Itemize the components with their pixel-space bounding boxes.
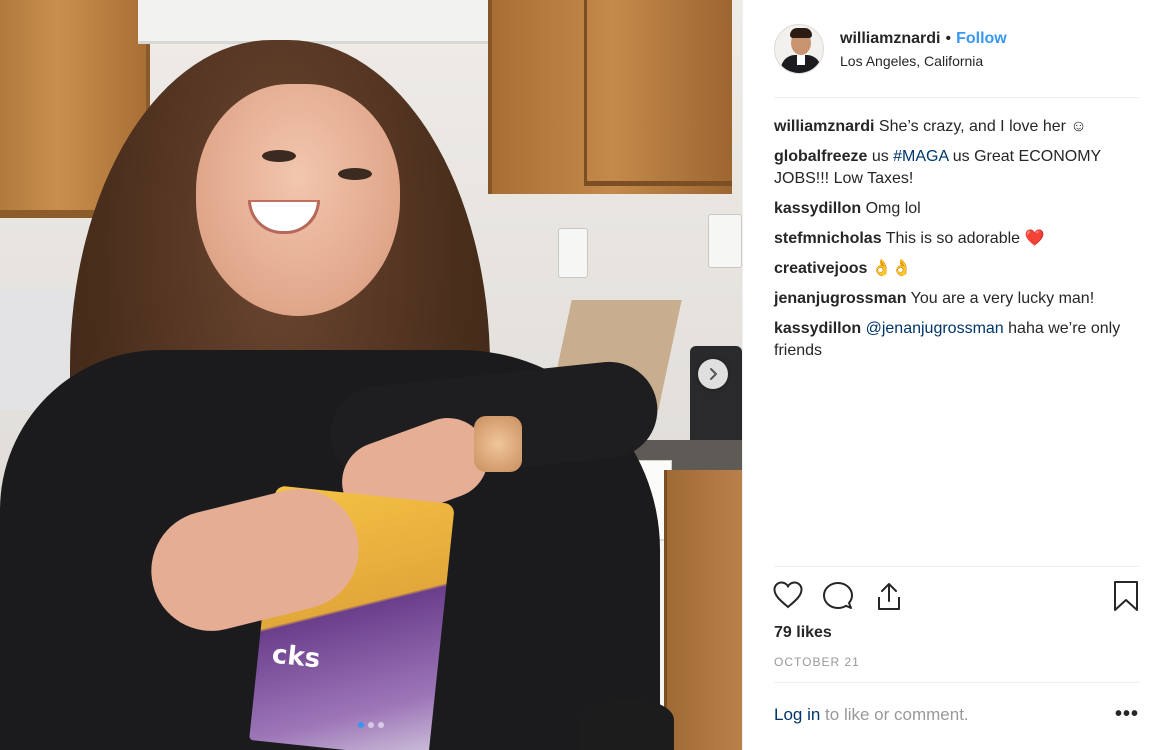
- comment-icon: [823, 582, 853, 609]
- person-eye-left: [262, 150, 296, 162]
- comment-tag-link[interactable]: @jenanjugrossman: [866, 320, 1004, 337]
- comment-text: Omg lol: [865, 200, 921, 217]
- person-eye-right: [338, 168, 372, 180]
- chevron-right-icon: [710, 368, 717, 380]
- login-link[interactable]: Log in: [774, 705, 820, 725]
- comment-username[interactable]: creativejoos: [774, 260, 867, 277]
- comment-username[interactable]: globalfreeze: [774, 148, 867, 165]
- likes-count[interactable]: 79 likes: [774, 624, 832, 642]
- comment-tag-link[interactable]: #MAGA: [893, 148, 948, 165]
- post-header: williamznardi • Follow Los Angeles, Cali…: [774, 24, 1007, 74]
- comment-text: us: [871, 148, 894, 165]
- wristwatch: [474, 416, 522, 472]
- comment-username[interactable]: stefmnicholas: [774, 230, 882, 247]
- more-options-button[interactable]: •••: [1115, 704, 1139, 724]
- comment-item: kassydillon Omg lol: [774, 198, 1139, 220]
- heart-icon: [773, 581, 803, 609]
- snack-bag-label: cks: [270, 639, 322, 675]
- post-date: OCTOBER 21: [774, 655, 860, 669]
- separator-dot: •: [945, 29, 952, 47]
- login-suffix: to like or comment.: [820, 705, 969, 724]
- comments-list: williamznardi She’s crazy, and I love he…: [774, 116, 1139, 370]
- comment-item: creativejoos 👌👌: [774, 258, 1139, 280]
- comment-item: jenanjugrossman You are a very lucky man…: [774, 288, 1139, 310]
- avatar[interactable]: [774, 24, 824, 74]
- kitchen-cabinet-right: [488, 0, 732, 194]
- post-photo[interactable]: cks: [0, 0, 742, 750]
- wall-switch: [708, 214, 742, 268]
- comment-username[interactable]: jenanjugrossman: [774, 290, 906, 307]
- comment-username[interactable]: kassydillon: [774, 320, 861, 337]
- comment-item: williamznardi She’s crazy, and I love he…: [774, 116, 1139, 138]
- header-divider: [774, 97, 1139, 98]
- post-details-panel: williamznardi • Follow Los Angeles, Cali…: [742, 0, 1162, 750]
- like-button[interactable]: [772, 580, 804, 615]
- share-icon: [878, 583, 900, 610]
- comment-text: She’s crazy, and I love her ☺: [878, 118, 1087, 135]
- follow-button[interactable]: Follow: [956, 30, 1007, 48]
- username-link[interactable]: williamznardi: [840, 30, 940, 48]
- bookmark-icon: [1114, 581, 1138, 611]
- comment-text: 👌👌: [871, 260, 912, 277]
- comment-item: kassydillon @jenanjugrossman haha we’re …: [774, 318, 1139, 362]
- save-button[interactable]: [1112, 580, 1140, 617]
- carousel-dot: [358, 722, 364, 728]
- carousel-dot: [368, 722, 374, 728]
- location-link[interactable]: Los Angeles, California: [840, 53, 1007, 69]
- carousel-indicator: [0, 722, 742, 728]
- footer-divider: [774, 682, 1139, 683]
- comment-username[interactable]: williamznardi: [774, 118, 874, 135]
- comment-text: This is so adorable ❤️: [885, 230, 1045, 247]
- action-bar: [772, 580, 1142, 612]
- comment-button[interactable]: [822, 580, 854, 617]
- lower-cabinet: [664, 470, 742, 750]
- carousel-dot: [378, 722, 384, 728]
- wall-outlet: [558, 228, 588, 278]
- login-prompt: Log in to like or comment. •••: [774, 704, 1139, 725]
- actions-divider: [774, 566, 1139, 567]
- comment-text: You are a very lucky man!: [910, 290, 1095, 307]
- comment-item: globalfreeze us #MAGA us Great ECONOMY J…: [774, 146, 1139, 190]
- carousel-next-button[interactable]: [698, 359, 728, 389]
- comment-username[interactable]: kassydillon: [774, 200, 861, 217]
- share-button[interactable]: [873, 580, 905, 617]
- comment-item: stefmnicholas This is so adorable ❤️: [774, 228, 1139, 250]
